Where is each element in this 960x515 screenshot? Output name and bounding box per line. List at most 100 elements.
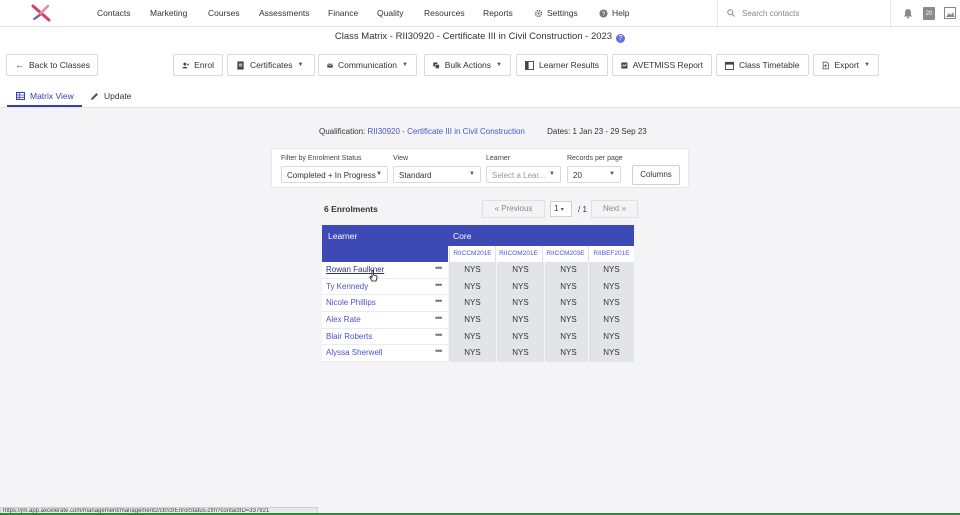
learner-select-placeholder: Select a Lear... <box>492 171 546 180</box>
bulk-actions-label: Bulk Actions <box>444 60 492 70</box>
result-cell[interactable]: NYS <box>448 262 496 279</box>
enrol-label: Enrol <box>194 60 214 70</box>
chevron-down-icon: ▼ <box>864 62 870 68</box>
result-cell[interactable]: NYS <box>544 345 592 363</box>
enrolment-count: 6 Enrolments <box>324 204 378 214</box>
nav-assessments[interactable]: Assessments <box>259 8 310 18</box>
result-cell[interactable]: NYS <box>448 295 496 313</box>
result-cell[interactable]: NYS <box>588 312 634 329</box>
nav-contacts[interactable]: Contacts <box>97 8 131 18</box>
more-options-icon[interactable]: ••• <box>435 330 443 340</box>
result-cell[interactable]: NYS <box>496 278 544 296</box>
learner-name-link[interactable]: Alyssa Sherwell <box>326 348 382 357</box>
svg-text:?: ? <box>602 11 606 18</box>
status-filter-label: Filter by Enrolment Status <box>281 155 362 162</box>
learner-select[interactable]: Select a Lear... ▼ <box>486 166 561 183</box>
bell-icon[interactable] <box>903 8 913 19</box>
learner-name-link[interactable]: Alex Rate <box>326 315 361 324</box>
table-icon <box>16 92 25 100</box>
result-cell[interactable]: NYS <box>588 328 634 346</box>
search-placeholder: Search contacts <box>742 9 800 18</box>
result-cell[interactable]: NYS <box>588 262 634 279</box>
tab-matrix-view[interactable]: Matrix View <box>16 91 74 101</box>
result-cell[interactable]: NYS <box>496 312 544 329</box>
active-tab-indicator <box>7 105 82 107</box>
tab-update[interactable]: Update <box>90 91 131 101</box>
nav-courses[interactable]: Courses <box>208 8 240 18</box>
unit-column-header[interactable]: RIICCM203E <box>542 246 588 262</box>
more-options-icon[interactable]: ••• <box>435 346 443 356</box>
result-cell[interactable]: NYS <box>496 262 544 279</box>
view-select[interactable]: Standard ▼ <box>393 166 481 183</box>
result-cell[interactable]: NYS <box>448 345 496 363</box>
view-select-value: Standard <box>399 171 432 180</box>
page-select[interactable]: 1 ▾ <box>550 201 572 217</box>
calendar-icon[interactable]: 20 <box>923 7 935 20</box>
more-options-icon[interactable]: ••• <box>435 313 443 323</box>
learner-results-label: Learner Results <box>538 60 599 70</box>
enrol-button[interactable]: Enrol <box>173 54 223 76</box>
result-cell[interactable]: NYS <box>496 345 544 363</box>
class-dates: Dates: 1 Jan 23 - 29 Sep 23 <box>547 127 647 136</box>
learner-name-link[interactable]: Nicole Phillips <box>326 298 376 307</box>
user-avatar-icon[interactable] <box>944 7 956 19</box>
page-help-icon[interactable]: ? <box>616 34 626 43</box>
chevron-down-icon: ▼ <box>297 62 304 68</box>
previous-page-button[interactable]: « Previous <box>482 200 545 218</box>
learner-name-link[interactable]: Ty Kennedy <box>326 282 368 291</box>
unit-column-header[interactable]: RIICOM201E <box>495 246 541 262</box>
tab-matrix-label: Matrix View <box>30 91 74 101</box>
records-per-page-select[interactable]: 20 ▼ <box>567 166 621 183</box>
chevron-down-icon: ▼ <box>469 171 475 177</box>
result-cell[interactable]: NYS <box>588 345 634 363</box>
gear-icon <box>534 9 543 18</box>
bulk-actions-dropdown[interactable]: Bulk Actions ▼ <box>424 54 511 76</box>
chevron-down-icon: ▼ <box>549 171 555 177</box>
records-select-value: 20 <box>573 171 582 180</box>
back-to-classes-button[interactable]: ← Back to Classes <box>6 54 98 76</box>
app-logo-icon[interactable] <box>30 3 52 23</box>
learner-name-link[interactable]: Blair Roberts <box>326 332 372 341</box>
nav-settings[interactable]: Settings <box>547 8 578 18</box>
unit-column-header[interactable]: RIICCM201E <box>449 246 495 262</box>
result-cell[interactable]: NYS <box>588 278 634 296</box>
avetmiss-report-button[interactable]: AVETMISS Report <box>612 54 712 76</box>
class-timetable-button[interactable]: Class Timetable <box>716 54 809 76</box>
mail-icon <box>327 62 333 68</box>
result-cell[interactable]: NYS <box>544 295 592 313</box>
page-select-value: 1 <box>554 204 559 213</box>
communication-dropdown[interactable]: Communication ▼ <box>318 54 417 76</box>
nav-help[interactable]: Help <box>612 8 629 18</box>
back-button-label: Back to Classes <box>29 60 90 70</box>
enrolment-status-select[interactable]: Completed + In Progress ▼ <box>281 166 388 183</box>
result-cell[interactable]: NYS <box>448 312 496 329</box>
more-options-icon[interactable]: ••• <box>435 296 443 306</box>
nav-quality[interactable]: Quality <box>377 8 403 18</box>
result-cell[interactable]: NYS <box>588 295 634 313</box>
next-page-button[interactable]: Next » <box>591 200 638 218</box>
qualification-link[interactable]: RII30920 - Certificate III in Civil Cons… <box>367 127 524 136</box>
nav-marketing[interactable]: Marketing <box>150 8 187 18</box>
nav-resources[interactable]: Resources <box>424 8 465 18</box>
more-options-icon[interactable]: ••• <box>435 280 443 290</box>
result-cell[interactable]: NYS <box>544 262 592 279</box>
nav-reports[interactable]: Reports <box>483 8 513 18</box>
more-options-icon[interactable]: ••• <box>435 263 443 273</box>
unit-column-header[interactable]: RIIBEF201E <box>588 246 634 262</box>
nav-finance[interactable]: Finance <box>328 8 358 18</box>
result-cell[interactable]: NYS <box>496 295 544 313</box>
result-cell[interactable]: NYS <box>544 278 592 296</box>
certificates-dropdown[interactable]: Certificates ▼ <box>227 54 315 76</box>
learner-results-button[interactable]: Learner Results <box>516 54 608 76</box>
export-dropdown[interactable]: Export ▼ <box>813 54 879 76</box>
result-cell[interactable]: NYS <box>496 328 544 346</box>
chevron-down-icon: ▼ <box>609 171 615 177</box>
result-cell[interactable]: NYS <box>448 278 496 296</box>
records-per-page-label: Records per page <box>567 155 623 162</box>
qualification-label: Qualification: <box>319 127 366 136</box>
result-cell[interactable]: NYS <box>544 328 592 346</box>
search-contacts-field[interactable]: Search contacts <box>717 0 891 27</box>
result-cell[interactable]: NYS <box>448 328 496 346</box>
result-cell[interactable]: NYS <box>544 312 592 329</box>
columns-button[interactable]: Columns <box>632 165 680 185</box>
